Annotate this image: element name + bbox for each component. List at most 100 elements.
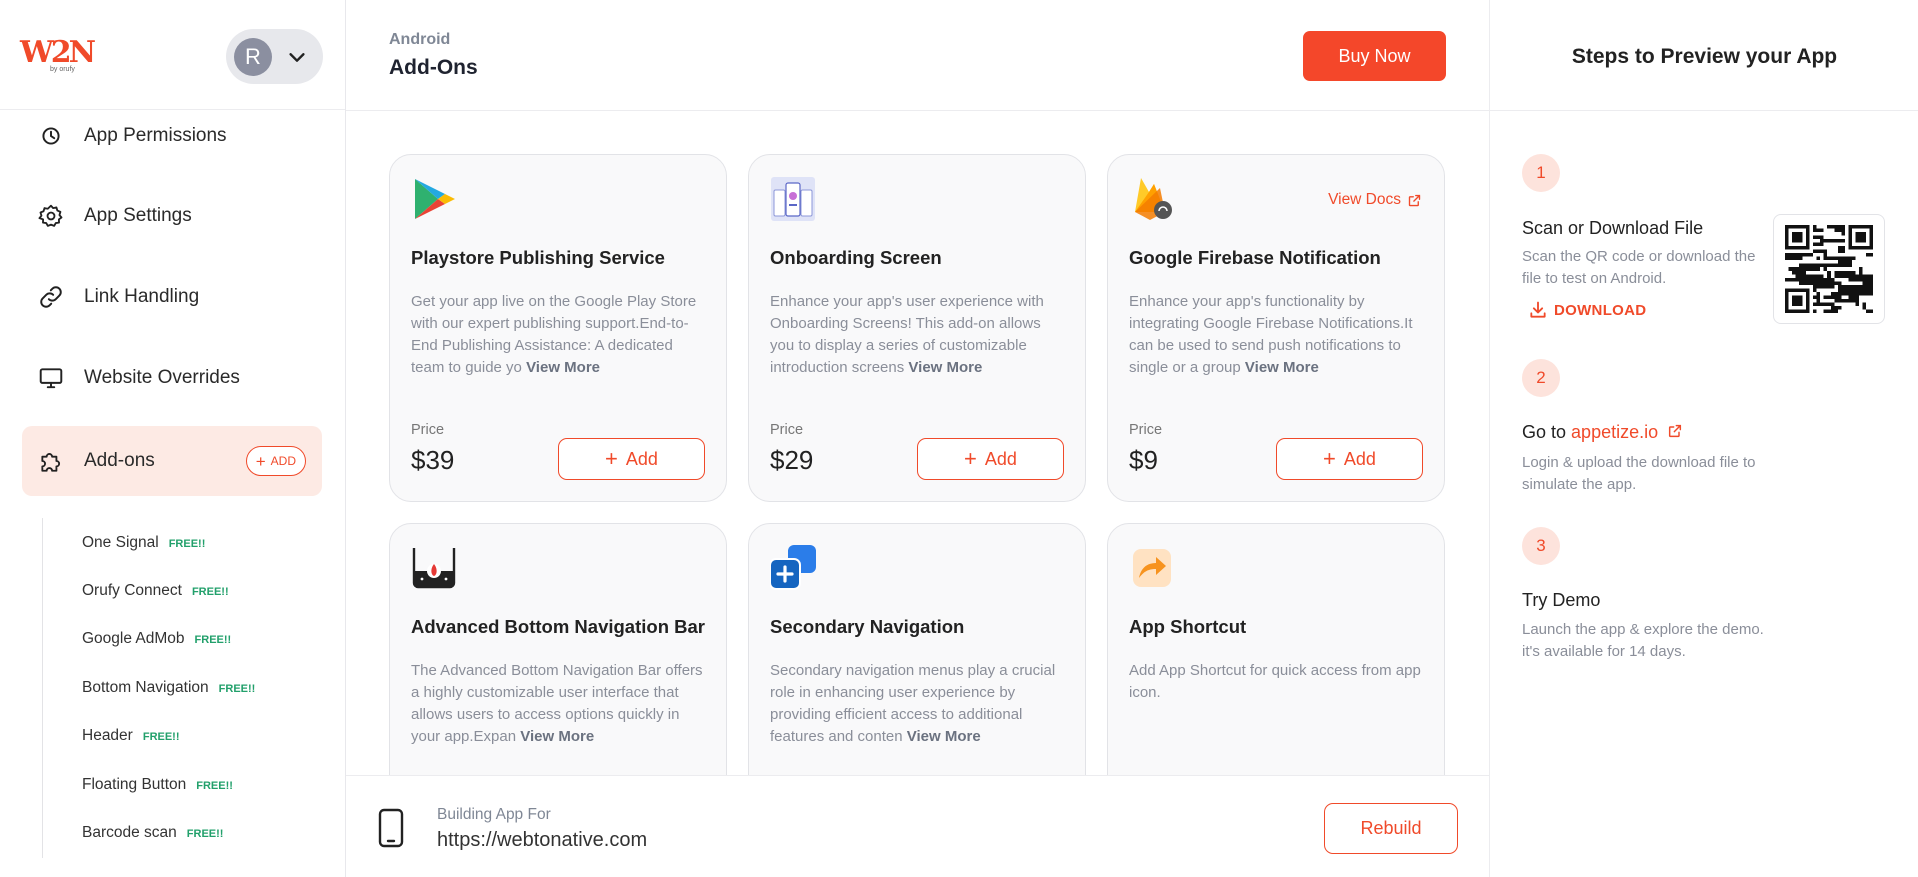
plus-icon: +	[255, 451, 266, 471]
preview-panel: Steps to Preview your App 1 Scan or Down…	[1489, 0, 1918, 877]
step-title: Try Demo	[1522, 590, 1601, 610]
step-number: 2	[1522, 359, 1560, 397]
step-number: 1	[1522, 154, 1560, 192]
appetize-link[interactable]: appetize.io	[1571, 422, 1658, 442]
qr-code-icon	[1785, 225, 1873, 313]
user-menu[interactable]: R	[226, 29, 323, 84]
plus-icon: +	[1323, 446, 1336, 471]
build-footer: Building App For https://webtonative.com…	[346, 775, 1489, 877]
sidebar-item-label: Website Overrides	[84, 367, 240, 388]
link-icon	[40, 286, 62, 308]
plus-icon: +	[964, 446, 977, 471]
free-badge: FREE!!	[142, 731, 180, 743]
card-title: Google Firebase Notification	[1129, 247, 1381, 268]
main-header: Android Add-Ons Buy Now	[346, 0, 1489, 111]
sidebar-item-app-permissions[interactable]: App Permissions	[22, 101, 322, 171]
bottom-navigation-icon	[412, 548, 456, 589]
step-number: 3	[1522, 527, 1560, 565]
step-title: Scan or Download File	[1522, 218, 1704, 238]
external-link-icon	[1669, 424, 1682, 438]
list-item[interactable]: Orufy Connect FREE!!	[82, 582, 229, 600]
monitor-icon	[39, 368, 63, 389]
card-title: App Shortcut	[1129, 616, 1247, 637]
secondary-navigation-icon	[770, 545, 816, 590]
sidebar-item-label: App Settings	[84, 205, 192, 226]
free-badge: FREE!!	[196, 780, 233, 792]
addon-sublist: One Signal FREE!! Orufy Connect FREE!! Goo…	[42, 518, 332, 858]
playstore-icon	[415, 179, 455, 219]
add-button[interactable]: + Add	[1276, 438, 1423, 480]
free-badge: FREE!!	[218, 683, 256, 695]
chevron-down-icon	[289, 53, 305, 62]
permissions-icon	[42, 127, 60, 145]
step-title: Go to appetize.io	[1522, 422, 1683, 443]
qr-code	[1773, 214, 1885, 324]
sidebar-item-label: Link Handling	[84, 286, 200, 307]
price-label: Price	[1129, 422, 1163, 438]
app-logo[interactable]: W2N by orufy	[20, 36, 96, 76]
price-value: $39	[411, 445, 455, 475]
download-icon	[1530, 301, 1546, 318]
view-docs-link[interactable]: View Docs	[1328, 191, 1422, 209]
free-badge: FREE!!	[168, 538, 206, 550]
price-label: Price	[411, 422, 445, 438]
list-item[interactable]: One Signal FREE!!	[82, 534, 205, 552]
card-description: Secondary navigation menus play a crucia…	[770, 662, 1056, 745]
sidebar-item-app-settings[interactable]: App Settings	[22, 181, 322, 251]
rebuild-button[interactable]: Rebuild	[1324, 803, 1458, 854]
sidebar-item-link-handling[interactable]: Link Handling	[22, 262, 322, 332]
price-value: $9	[1129, 445, 1158, 475]
price-label: Price	[770, 422, 804, 438]
puzzle-icon	[41, 453, 60, 472]
add-button[interactable]: + Add	[917, 438, 1064, 480]
card-description: The Advanced Bottom Navigation Bar offer…	[411, 662, 703, 745]
view-more-link[interactable]: View More	[526, 359, 600, 376]
card-description: Get your app live on the Google Play Sto…	[411, 293, 697, 376]
building-app-label: Building App For	[437, 806, 551, 823]
building-app-url: https://webtonative.com	[437, 829, 648, 851]
card-description: Add App Shortcut for quick access from a…	[1129, 662, 1421, 701]
external-link-icon	[1408, 194, 1421, 206]
view-more-link[interactable]: View More	[520, 728, 594, 745]
step-description: Launch the app & explore the demo. it's …	[1522, 621, 1764, 660]
card-title: Onboarding Screen	[770, 247, 942, 268]
onboarding-screens-icon	[771, 177, 815, 221]
platform-label: Android	[389, 31, 451, 48]
card-title: Secondary Navigation	[770, 616, 965, 637]
free-badge: FREE!!	[186, 828, 224, 840]
view-more-link[interactable]: View More	[907, 728, 981, 745]
view-more-link[interactable]: View More	[908, 359, 982, 376]
plus-icon: +	[605, 446, 618, 471]
app-shortcut-icon	[1133, 549, 1171, 587]
sidebar: App Permissions App Settings Link Handli…	[0, 0, 346, 877]
preview-header: Steps to Preview your App	[1490, 0, 1918, 111]
card-description: Enhance your app's functionality by inte…	[1129, 293, 1413, 376]
addon-card-playstore: Playstore Publishing Service Get your ap…	[389, 154, 727, 502]
page-title: Add-Ons	[389, 56, 478, 79]
mobile-phone-icon	[378, 808, 404, 848]
price-value: $29	[770, 445, 814, 475]
buy-now-button[interactable]: Buy Now	[1303, 31, 1446, 81]
sidebar-item-add-ons[interactable]: Add-ons + ADD	[22, 426, 322, 496]
card-description: Enhance your app's user experience with …	[770, 293, 1044, 376]
free-badge: FREE!!	[194, 634, 232, 646]
addon-card-onboarding: Onboarding Screen Enhance your app's use…	[748, 154, 1086, 502]
list-item[interactable]: Barcode scan FREE!!	[82, 824, 223, 842]
free-badge: FREE!!	[191, 586, 229, 598]
list-item[interactable]: Floating Button FREE!!	[82, 776, 233, 794]
gear-icon	[38, 204, 63, 227]
addon-card-firebase: View Docs Google Firebase Notification E…	[1107, 154, 1445, 502]
download-button[interactable]: DOWNLOAD	[1528, 300, 1646, 320]
list-item[interactable]: Google AdMob FREE!!	[82, 630, 231, 648]
card-title: Playstore Publishing Service	[411, 247, 665, 268]
list-item[interactable]: Header FREE!!	[82, 727, 180, 745]
sidebar-item-website-overrides[interactable]: Website Overrides	[22, 343, 322, 413]
add-button[interactable]: + Add	[558, 438, 705, 480]
view-more-link[interactable]: View More	[1245, 359, 1319, 376]
avatar: R	[234, 38, 272, 76]
card-title: Advanced Bottom Navigation Bar	[411, 616, 705, 637]
add-addon-button[interactable]: + ADD	[245, 446, 306, 476]
list-item[interactable]: Bottom Navigation FREE!!	[82, 679, 255, 697]
step-description: Scan the QR code or download the file to…	[1522, 248, 1756, 287]
step-description: Login & upload the download file to simu…	[1522, 454, 1756, 493]
